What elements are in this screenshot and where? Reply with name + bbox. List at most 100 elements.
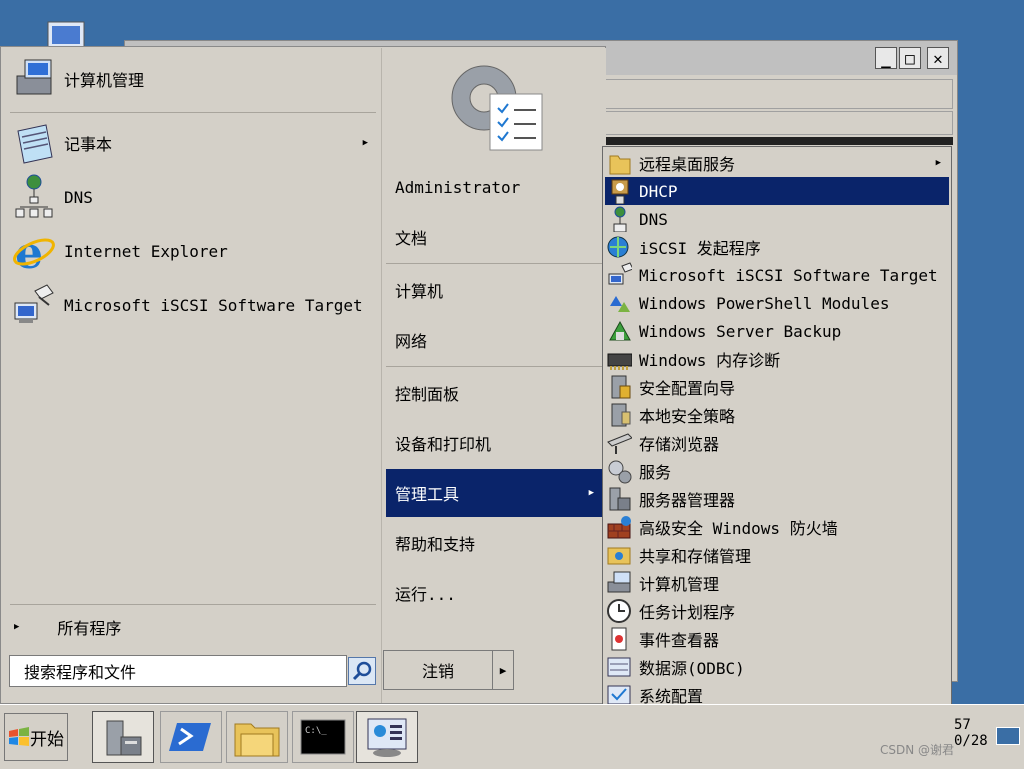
divider — [10, 604, 376, 605]
admin-tool-label: Windows 内存诊断 — [639, 351, 781, 370]
odbc-icon — [605, 653, 633, 681]
close-button[interactable]: ✕ — [927, 47, 949, 69]
admin-tool-label: 数据源(ODBC) — [639, 659, 745, 678]
dns-icon — [10, 173, 58, 221]
divider — [10, 112, 376, 113]
admin-tool-label: 计算机管理 — [639, 575, 720, 594]
dns-icon — [605, 205, 633, 233]
search-icon — [352, 661, 372, 681]
admin-tool-label: 服务 — [639, 463, 672, 482]
folder-icon — [605, 149, 633, 177]
admin-tool-item[interactable]: 共享和存储管理 — [605, 541, 949, 569]
admin-tool-item[interactable]: 存储浏览器 — [605, 429, 949, 457]
program-internet-explorer[interactable]: e Internet Explorer — [10, 226, 376, 276]
admin-tool-label: Windows Server Backup — [639, 321, 842, 341]
taskbar: 开始 C:\_ 57 0/28 CSDN @谢君 — [0, 704, 1024, 769]
admin-tool-item[interactable]: Windows PowerShell Modules — [605, 289, 949, 317]
shutdown-options-button[interactable]: ▶ — [492, 650, 514, 690]
admin-tool-label: 远程桌面服务 — [639, 155, 736, 174]
search-button[interactable] — [348, 657, 376, 685]
admin-tool-label: DHCP — [639, 181, 678, 201]
arrow-right-icon: ▶ — [499, 663, 507, 677]
admin-tool-label: 高级安全 Windows 防火墙 — [639, 519, 838, 538]
desktop-computer-icon[interactable] — [24, 16, 88, 50]
admin-tool-item[interactable]: 本地安全策略 — [605, 401, 949, 429]
places-label: 帮助和支持 — [395, 535, 476, 554]
iscsi-initiator-icon — [605, 233, 633, 261]
places-item-administrative-tools[interactable]: 管理工具 ▶ — [386, 469, 602, 517]
program-label: 计算机管理 — [64, 71, 145, 90]
admin-tool-item[interactable]: 计算机管理 — [605, 569, 949, 597]
logoff-button[interactable]: 注销 — [383, 650, 493, 690]
all-programs-button[interactable]: ▶ 所有程序 — [10, 610, 376, 644]
admin-tool-label: Microsoft iSCSI Software Target — [639, 265, 938, 285]
admin-tool-label: DNS — [639, 209, 668, 229]
clock-date: 0/28 — [954, 733, 988, 749]
minimize-button[interactable]: _ — [875, 47, 897, 69]
places-item-documents[interactable]: 文档 — [386, 214, 602, 260]
program-dns[interactable]: DNS — [10, 172, 376, 222]
admin-tool-label: 事件查看器 — [639, 631, 720, 650]
admin-tool-item[interactable]: 数据源(ODBC) — [605, 653, 949, 681]
admin-tool-item[interactable]: DHCP — [605, 177, 949, 205]
admin-tool-item[interactable]: 服务 — [605, 457, 949, 485]
places-item-devices-printers[interactable]: 设备和打印机 — [386, 420, 602, 466]
places-item-administrator[interactable]: Administrator — [386, 164, 602, 210]
admin-tool-item[interactable]: 高级安全 Windows 防火墙 — [605, 513, 949, 541]
submenu-arrow-icon: ▶ — [588, 488, 594, 498]
iscsi-target-icon — [605, 261, 633, 289]
expand-arrow-icon: ▶ — [14, 622, 20, 632]
places-item-network[interactable]: 网络 — [386, 317, 602, 363]
places-item-help-support[interactable]: 帮助和支持 — [386, 520, 602, 566]
maximize-button[interactable]: □ — [899, 47, 921, 69]
places-label: 网络 — [395, 332, 428, 351]
taskbar-powershell[interactable] — [160, 711, 222, 763]
places-item-computer[interactable]: 计算机 — [386, 267, 602, 313]
command-prompt-icon: C:\_ — [300, 719, 346, 755]
places-item-control-panel[interactable]: 控制面板 — [386, 370, 602, 416]
taskbar-server-manager[interactable] — [92, 711, 154, 763]
system-clock[interactable]: 57 0/28 — [954, 717, 988, 749]
administrative-tools-submenu: 远程桌面服务 ▶ DHCP DNS iSCSI 发起程序 Microsoft iSCSI … — [602, 146, 952, 768]
powershell-modules-icon — [605, 289, 633, 317]
program-notepad[interactable]: 记事本 ▶ — [10, 118, 376, 168]
powershell-icon — [169, 723, 211, 751]
start-button[interactable]: 开始 — [4, 713, 68, 761]
show-desktop-icon[interactable] — [996, 727, 1020, 745]
start-menu: 计算机管理 记事本 ▶ DNS e Internet Explorer Micr… — [0, 46, 606, 704]
places-label: 计算机 — [395, 282, 444, 301]
admin-tool-item[interactable]: 远程桌面服务 ▶ — [605, 149, 949, 177]
local-security-policy-icon — [605, 401, 633, 429]
search-input[interactable]: 搜索程序和文件 — [9, 655, 347, 687]
taskbar-explorer[interactable] — [226, 711, 288, 763]
svg-text:C:\_: C:\_ — [305, 726, 327, 736]
program-label: 记事本 — [64, 135, 113, 154]
server-manager-icon — [106, 720, 142, 756]
start-menu-places-pane: Administrator 文档 计算机 网络 控制面板 设备和打印机 管理工具… — [381, 48, 606, 703]
admin-tool-label: 共享和存储管理 — [639, 547, 752, 566]
window-content-strip — [605, 137, 953, 145]
admin-tool-item[interactable]: Windows 内存诊断 — [605, 345, 949, 373]
admin-tool-item[interactable]: 服务器管理器 — [605, 485, 949, 513]
admin-tool-item[interactable]: Windows Server Backup — [605, 317, 949, 345]
admin-tool-item[interactable]: 任务计划程序 — [605, 597, 949, 625]
taskbar-control-panel[interactable] — [356, 711, 418, 763]
program-computer-management[interactable]: 计算机管理 — [10, 54, 376, 104]
program-label: DNS — [64, 187, 93, 207]
control-panel-icon — [367, 718, 407, 757]
computer-management-icon — [10, 55, 58, 103]
admin-tool-label: 安全配置向导 — [639, 379, 736, 398]
iscsi-target-icon — [10, 281, 58, 329]
places-item-run[interactable]: 运行... — [386, 570, 602, 616]
admin-tool-item[interactable]: DNS — [605, 205, 949, 233]
server-manager-icon — [605, 485, 633, 513]
admin-tool-item[interactable]: 安全配置向导 — [605, 373, 949, 401]
admin-tool-item[interactable]: iSCSI 发起程序 — [605, 233, 949, 261]
divider — [386, 263, 602, 264]
admin-tool-item[interactable]: Microsoft iSCSI Software Target — [605, 261, 949, 289]
admin-tool-item[interactable]: 事件查看器 — [605, 625, 949, 653]
places-label: 运行... — [395, 585, 456, 604]
admin-tool-label: iSCSI 发起程序 — [639, 239, 761, 258]
taskbar-command-prompt[interactable]: C:\_ — [292, 711, 354, 763]
program-iscsi-target[interactable]: Microsoft iSCSI Software Target — [10, 280, 376, 330]
